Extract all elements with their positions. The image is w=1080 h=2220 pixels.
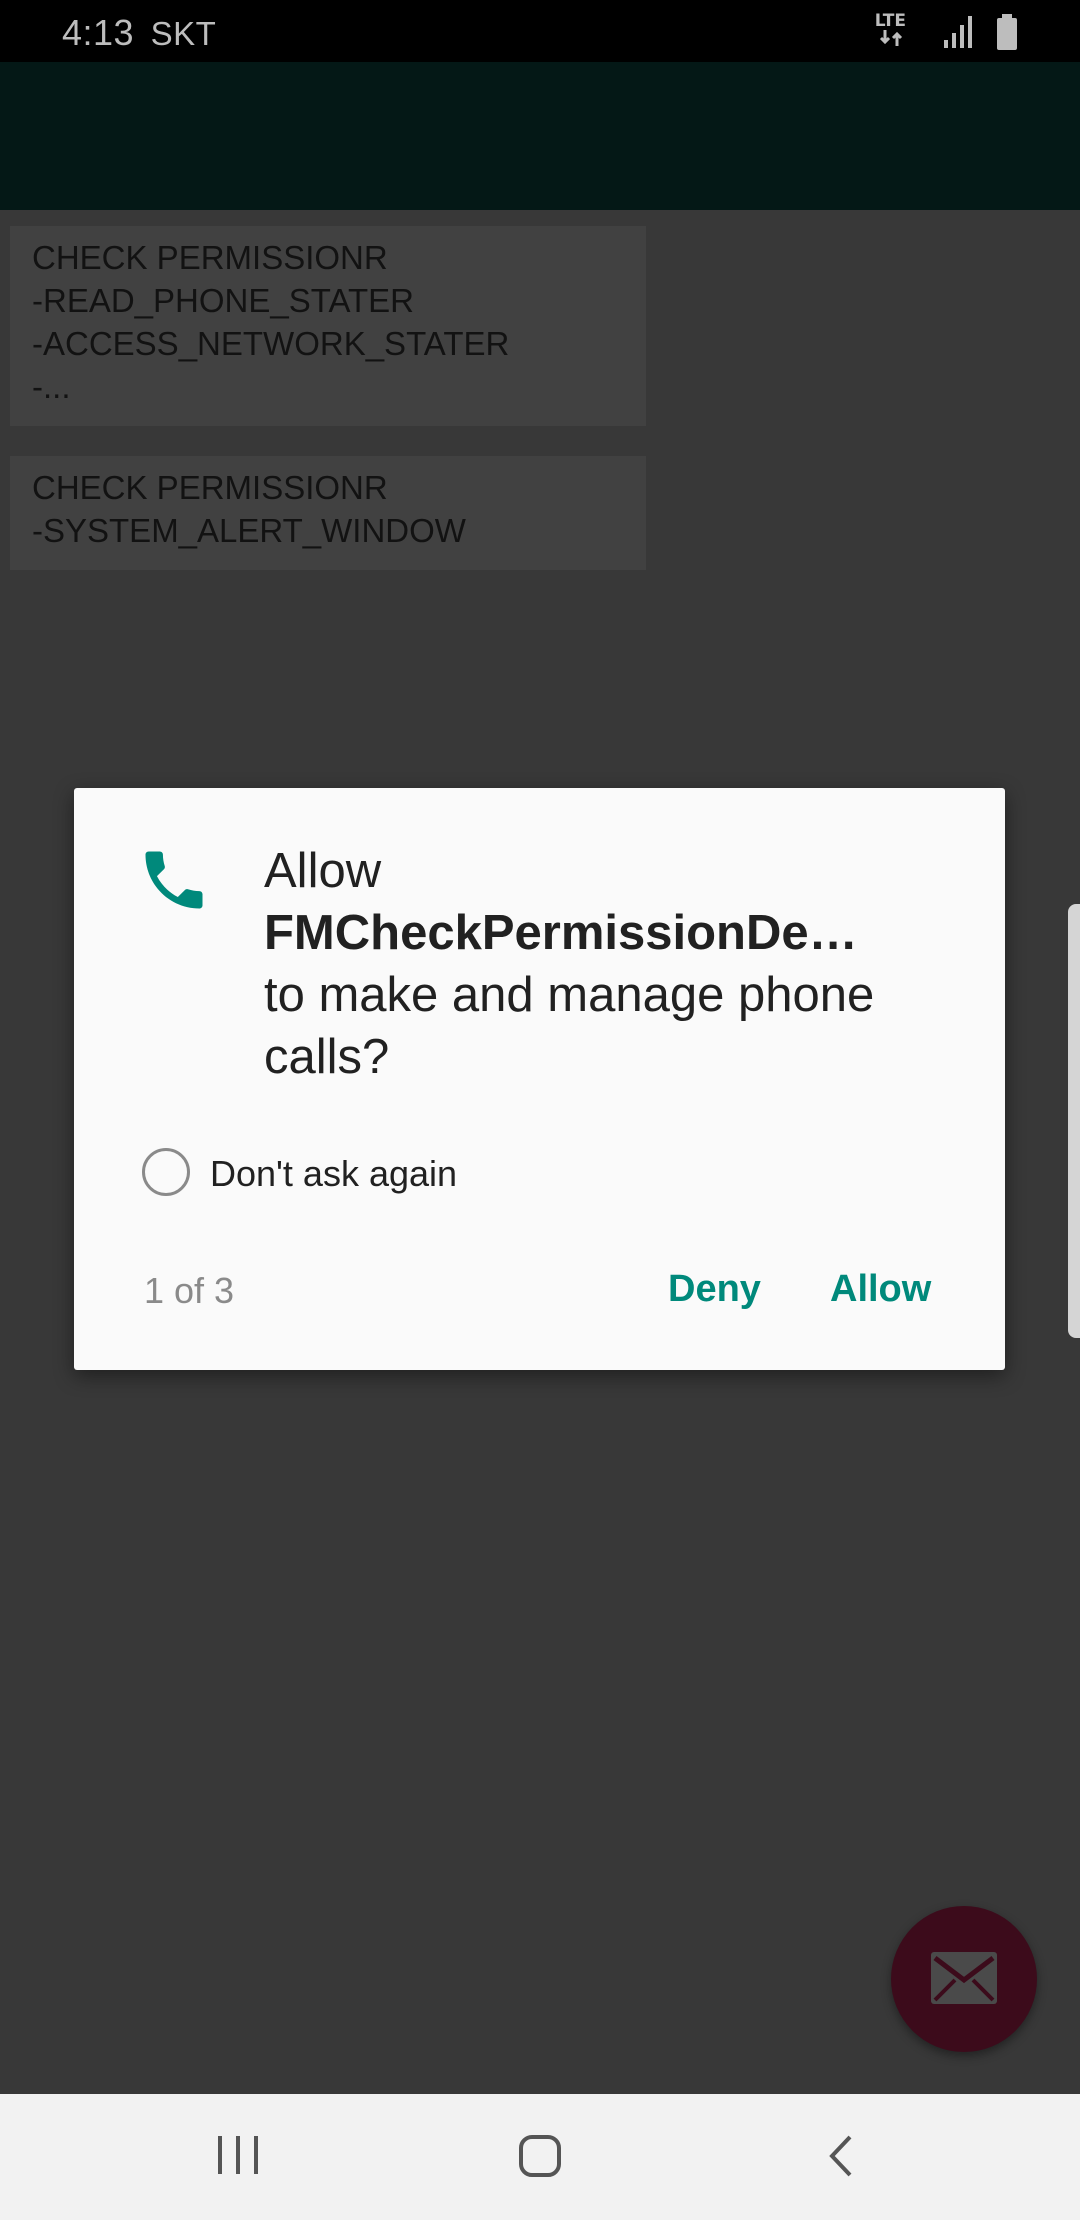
phone-icon bbox=[145, 851, 203, 909]
mail-icon bbox=[931, 1952, 997, 2004]
button-line: -ACCESS_NETWORK_STATER bbox=[32, 325, 510, 362]
signal-icon bbox=[944, 16, 972, 48]
battery-icon bbox=[997, 14, 1017, 50]
button-line: -... bbox=[32, 368, 71, 405]
title-prefix: Allow bbox=[264, 844, 382, 898]
app-bar bbox=[0, 62, 1080, 210]
allow-button[interactable]: Allow bbox=[830, 1268, 931, 1311]
recent-apps-icon[interactable] bbox=[216, 2134, 260, 2176]
network-type: LTE bbox=[874, 11, 906, 31]
button-line: -SYSTEM_ALERT_WINDOW bbox=[32, 512, 466, 549]
button-line: CHECK PERMISSIONR bbox=[32, 239, 388, 276]
permission-dialog: Allow FMCheckPermissionDe… to make and m… bbox=[74, 788, 1005, 1370]
home-icon[interactable] bbox=[518, 2134, 562, 2178]
dont-ask-again-checkbox[interactable] bbox=[142, 1148, 190, 1196]
check-system-alert-permission-button[interactable]: CHECK PERMISSIONR -SYSTEM_ALERT_WINDOW bbox=[10, 456, 646, 570]
dont-ask-again-label[interactable]: Don't ask again bbox=[210, 1153, 457, 1195]
dialog-title: Allow FMCheckPermissionDe… to make and m… bbox=[264, 840, 964, 1088]
clock: 4:13 bbox=[62, 12, 135, 53]
title-suffix: to make and manage phone calls? bbox=[264, 968, 875, 1084]
page-count: 1 of 3 bbox=[144, 1270, 235, 1311]
mail-fab[interactable] bbox=[891, 1906, 1037, 2052]
app-name: FMCheckPermissionDe… bbox=[264, 906, 858, 960]
check-phone-permissions-button[interactable]: CHECK PERMISSIONR -READ_PHONE_STATER -AC… bbox=[10, 226, 646, 426]
lte-icon: LTE bbox=[875, 12, 906, 46]
button-line: -READ_PHONE_STATER bbox=[32, 282, 415, 319]
navigation-bar bbox=[0, 2094, 1080, 2220]
back-icon[interactable] bbox=[824, 2134, 860, 2178]
carrier-label: SKT bbox=[150, 15, 217, 52]
deny-button[interactable]: Deny bbox=[668, 1268, 761, 1311]
status-time: 4:13 SKT bbox=[62, 12, 216, 54]
edge-panel-handle[interactable] bbox=[1068, 904, 1080, 1338]
button-line: CHECK PERMISSIONR bbox=[32, 469, 388, 506]
status-bar: 4:13 SKT LTE bbox=[0, 0, 1080, 62]
